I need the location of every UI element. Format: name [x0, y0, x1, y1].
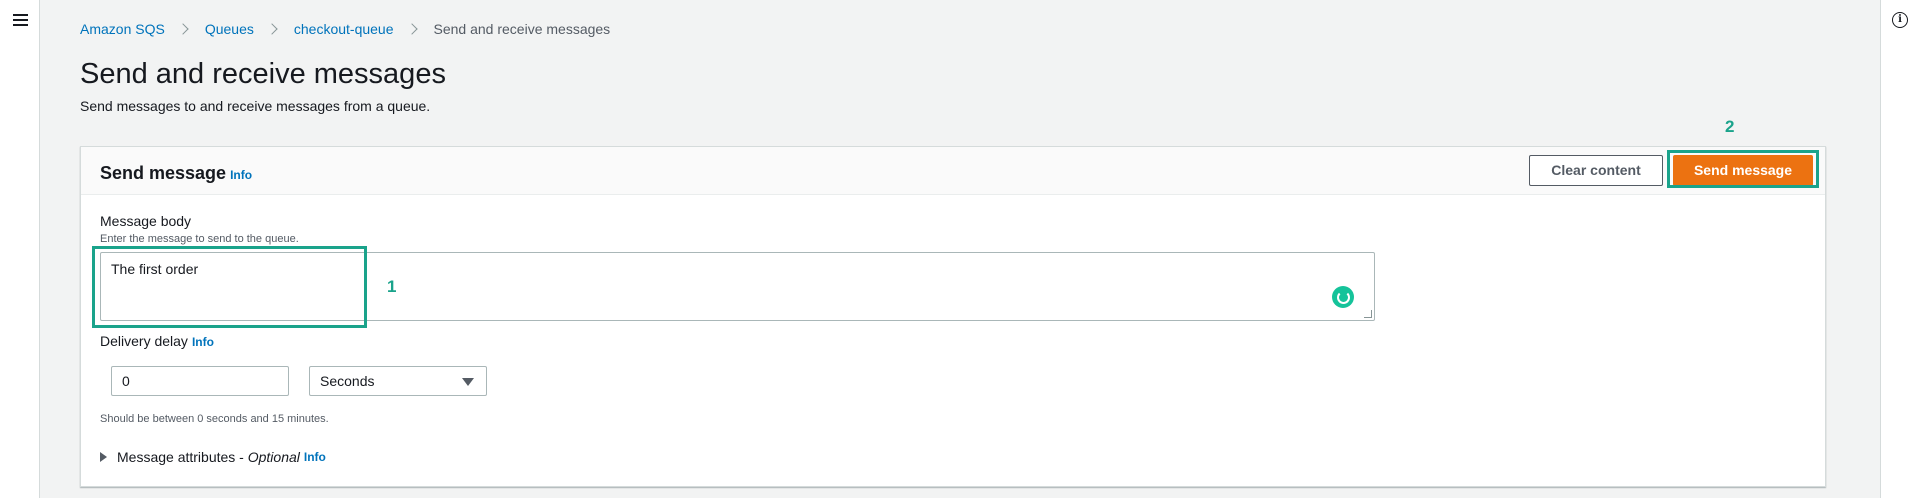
message-attributes-info-link[interactable]: Info — [304, 450, 326, 464]
delivery-delay-label-text: Delivery delay — [100, 333, 188, 349]
info-icon[interactable]: i — [1892, 12, 1908, 28]
right-tools-rail: i — [1880, 0, 1920, 498]
delivery-delay-input[interactable]: 0 — [111, 366, 289, 396]
caret-down-icon — [462, 378, 474, 386]
annotation-step-2: 2 — [1725, 117, 1735, 136]
page-subtitle: Send messages to and receive messages fr… — [80, 98, 431, 114]
send-message-panel: Send message Info Clear content Send mess… — [80, 146, 1826, 487]
annotation-box-send-button — [1667, 150, 1819, 188]
caret-right-icon — [100, 452, 107, 462]
breadcrumb-queues[interactable]: Queues — [205, 21, 254, 37]
delivery-delay-label: Delivery delay Info — [100, 333, 214, 349]
breadcrumb-checkout-queue[interactable]: checkout-queue — [294, 21, 394, 37]
clear-content-button[interactable]: Clear content — [1529, 155, 1663, 186]
page-title: Send and receive messages — [80, 58, 446, 90]
breadcrumb-amazon-sqs[interactable]: Amazon SQS — [80, 21, 165, 37]
breadcrumb: Amazon SQS Queues checkout-queue Send an… — [80, 21, 610, 37]
panel-title: Send message Info — [100, 163, 252, 184]
left-navigation-rail — [0, 0, 40, 498]
panel-title-text: Send message — [100, 163, 227, 183]
chevron-right-icon — [177, 23, 189, 35]
chevron-right-icon — [405, 23, 418, 35]
delivery-delay-constraint: Should be between 0 seconds and 15 minut… — [100, 413, 329, 425]
grammarly-icon[interactable] — [1332, 286, 1354, 308]
chevron-right-icon — [266, 23, 278, 35]
delivery-delay-info-link[interactable]: Info — [192, 335, 214, 349]
message-attributes-expander[interactable]: Message attributes - Optional Info — [100, 449, 326, 465]
annotation-step-1: 1 — [387, 277, 397, 296]
menu-icon[interactable] — [13, 14, 28, 26]
delivery-delay-unit-value: Seconds — [320, 373, 375, 389]
panel-header: Send message Info Clear content Send mess… — [81, 147, 1825, 195]
message-body-description: Enter the message to send to the queue. — [100, 233, 299, 245]
breadcrumb-current: Send and receive messages — [433, 21, 611, 37]
message-attributes-label: Message attributes - — [117, 449, 244, 465]
annotation-box-message-body — [92, 246, 367, 328]
send-message-info-link[interactable]: Info — [230, 168, 252, 182]
resize-handle[interactable] — [1364, 310, 1372, 318]
delivery-delay-unit-select[interactable]: Seconds — [309, 366, 487, 396]
message-attributes-optional: Optional — [247, 449, 300, 465]
message-body-label: Message body — [100, 213, 192, 229]
